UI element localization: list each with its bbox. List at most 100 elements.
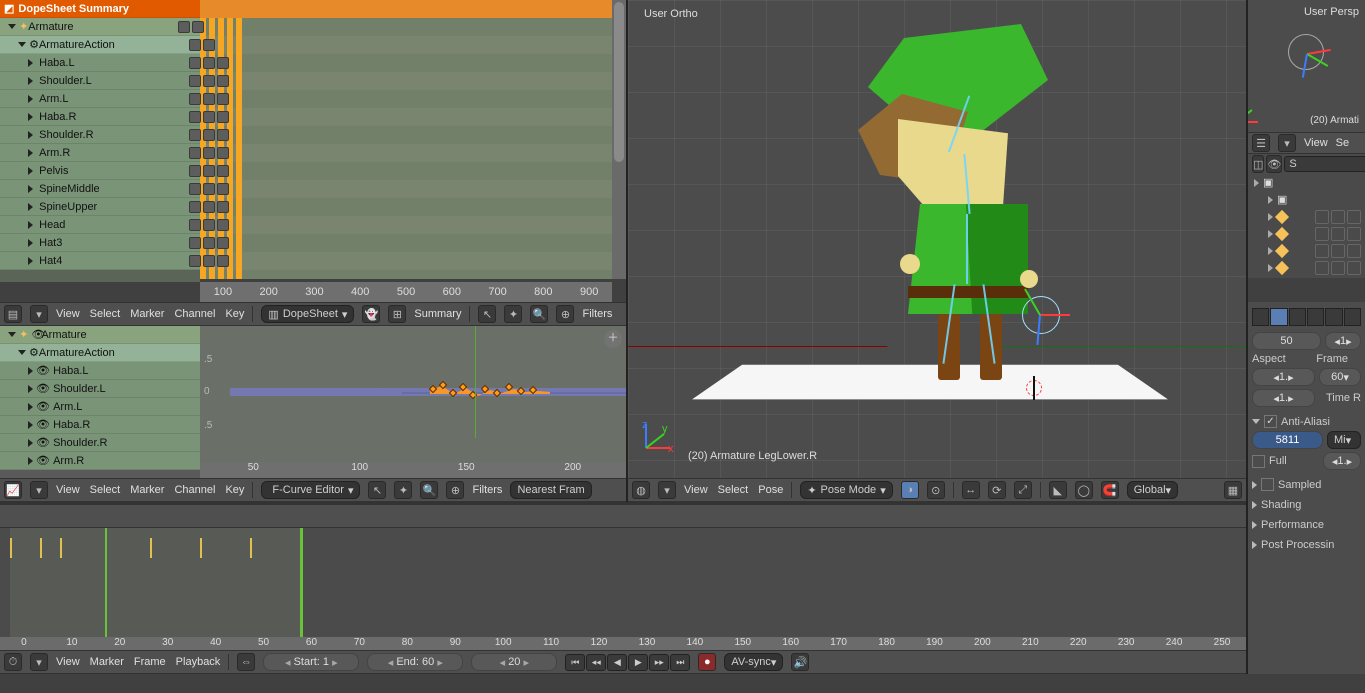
aa-checkbox[interactable] <box>1264 415 1277 428</box>
timeline-menu-marker[interactable]: Marker <box>90 656 124 668</box>
layers-icon[interactable]: ▦ <box>1224 481 1242 499</box>
timeline-playhead[interactable] <box>105 528 107 637</box>
outliner-search-menu[interactable]: Se <box>1336 137 1349 149</box>
dopesheet-menu-channel[interactable]: Channel <box>174 308 215 320</box>
current-frame-field[interactable]: ◂ 20 ▸ <box>471 653 557 671</box>
dopesheet-menu-key[interactable]: Key <box>225 308 244 320</box>
dopesheet-bone-row[interactable]: Hat4 <box>0 252 200 270</box>
prev-key-icon[interactable]: ◂◂ <box>586 654 606 671</box>
select-icon[interactable] <box>1331 227 1345 241</box>
shading-panel-header[interactable]: Shading <box>1252 499 1361 511</box>
outliner-row[interactable] <box>1248 225 1365 242</box>
dopesheet-bone-row[interactable]: Hat3 <box>0 234 200 252</box>
dopesheet-action-row[interactable]: ⚙ ArmatureAction <box>0 36 200 54</box>
gizmo-rotate-icon[interactable]: ⟳ <box>988 481 1006 499</box>
graph-bone-row[interactable]: 👁 Arm.L <box>0 398 200 416</box>
dopesheet-menu-marker[interactable]: Marker <box>130 308 164 320</box>
person-icon[interactable]: ✦ <box>394 481 412 499</box>
proportional-icon[interactable]: ◯ <box>1075 481 1093 499</box>
expand-icon[interactable]: ▾ <box>30 305 48 323</box>
graph-menu-key[interactable]: Key <box>225 484 244 496</box>
editor-type-graph-icon[interactable]: 📈 <box>4 481 22 499</box>
dopesheet-menu-view[interactable]: View <box>56 308 80 320</box>
editor-type-dopesheet-icon[interactable]: ▤ <box>4 305 22 323</box>
shading-solid-icon[interactable]: ◑ <box>901 481 919 499</box>
viewport-menu-select[interactable]: Select <box>718 484 749 496</box>
autokey-icon[interactable]: ● <box>698 653 716 671</box>
snap-icon[interactable]: 🧲 <box>1101 481 1119 499</box>
search-icon[interactable]: 🔍 <box>420 481 438 499</box>
aa-panel-header[interactable]: Anti-Aliasi <box>1252 415 1361 428</box>
next-key-icon[interactable]: ▸▸ <box>649 654 669 671</box>
timeline-canvas[interactable] <box>0 528 1246 637</box>
dopesheet-key-area[interactable]: /* drawn below by repeats */ <box>200 0 612 279</box>
scene-filter-icon[interactable]: ◫ <box>1252 155 1264 173</box>
dopesheet-mode-dropdown[interactable]: ▥ DopeSheet▾ <box>261 305 354 323</box>
start-frame-field[interactable]: ◂ Start: 1 ▸ <box>263 653 359 671</box>
summary-toggle[interactable]: ⊞ <box>388 305 406 323</box>
tab-object-icon[interactable] <box>1325 308 1342 326</box>
jump-start-icon[interactable]: ⏮ <box>565 654 585 671</box>
cursor-icon[interactable]: ↖ <box>478 305 496 323</box>
dopesheet-bone-row[interactable]: Head <box>0 216 200 234</box>
frame-val-field[interactable]: 60 ▾ <box>1319 368 1361 386</box>
graph-bone-row[interactable]: 👁 Haba.L <box>0 362 200 380</box>
dopesheet-object-row[interactable]: ✦ Armature <box>0 18 200 36</box>
dopesheet-menu-select[interactable]: Select <box>90 308 121 320</box>
graph-bone-row[interactable]: 👁 Shoulder.L <box>0 380 200 398</box>
tab-mod-icon[interactable] <box>1344 308 1361 326</box>
timeline-menu-playback[interactable]: Playback <box>176 656 221 668</box>
summary-label[interactable]: Summary <box>414 308 461 320</box>
view-orbit-gizmo[interactable] <box>1288 34 1324 70</box>
graph-ruler[interactable]: 50100150200 <box>200 462 626 478</box>
outliner-view-menu[interactable]: View <box>1304 137 1328 149</box>
render-icon[interactable] <box>1347 261 1361 275</box>
samples-field[interactable]: 5811 <box>1252 431 1323 449</box>
select-icon[interactable] <box>1331 210 1345 224</box>
expand-icon[interactable]: ▾ <box>658 481 676 499</box>
graph-add-modifier-icon[interactable]: ＋ <box>604 330 622 348</box>
dopesheet-bone-row[interactable]: SpineUpper <box>0 198 200 216</box>
playback-controls[interactable]: ⏮ ◂◂ ◀ ▶ ▸▸ ⏭ <box>565 654 690 671</box>
eye-icon[interactable] <box>1315 227 1329 241</box>
dopesheet-summary-row[interactable]: ◩DopeSheet Summary <box>0 0 200 18</box>
play-icon[interactable]: ▶ <box>628 654 648 671</box>
orientation-dropdown[interactable]: Global ▾ <box>1127 481 1178 499</box>
tab-camera-icon[interactable] <box>1270 308 1287 326</box>
pivot-icon[interactable]: ⊙ <box>927 481 945 499</box>
graph-action-row[interactable]: ⚙ ArmatureAction <box>0 344 200 362</box>
properties-tabs[interactable] <box>1252 308 1361 326</box>
performance-panel-header[interactable]: Performance <box>1252 519 1361 531</box>
graph-menu-channel[interactable]: Channel <box>174 484 215 496</box>
viewport-mode-dropdown[interactable]: ✦ Pose Mode▾ <box>800 481 892 499</box>
render-icon[interactable] <box>1347 244 1361 258</box>
graph-bone-row[interactable]: 👁 Haba.R <box>0 416 200 434</box>
viewport-character[interactable] <box>788 24 1048 404</box>
end-frame-field[interactable]: ◂ End: 60 ▸ <box>367 653 463 671</box>
outliner-row[interactable]: ▣ <box>1248 174 1365 191</box>
full-sample-checkbox[interactable] <box>1252 455 1265 468</box>
editor-type-timeline-icon[interactable]: ⏱ <box>4 653 22 671</box>
dopesheet-bone-row[interactable]: Pelvis <box>0 162 200 180</box>
post-panel-header[interactable]: Post Processin <box>1252 539 1361 551</box>
aspect-y-field[interactable]: ◂1.▸ <box>1252 389 1315 407</box>
outliner-row[interactable]: ▣ <box>1248 191 1365 208</box>
graph-filters-label[interactable]: Filters <box>472 484 502 496</box>
timeline-menu-frame[interactable]: Frame <box>134 656 166 668</box>
editor-type-3dview-icon[interactable]: ◍ <box>632 481 650 499</box>
outliner-row[interactable] <box>1248 208 1365 225</box>
outliner-row[interactable] <box>1248 259 1365 276</box>
gizmo-translate-icon[interactable]: ↔ <box>962 481 980 499</box>
eye-icon[interactable] <box>1315 210 1329 224</box>
graph-snap-dropdown[interactable]: Nearest Fram <box>510 481 591 499</box>
eye-icon[interactable] <box>1315 244 1329 258</box>
eye-filter-icon[interactable]: 👁 <box>1266 155 1282 173</box>
dopesheet-bone-row[interactable]: Shoulder.R <box>0 126 200 144</box>
dopesheet-bone-row[interactable]: Haba.R <box>0 108 200 126</box>
range-icon[interactable]: ⇔ <box>237 653 255 671</box>
expand-icon[interactable]: ▾ <box>30 481 48 499</box>
dopesheet-bone-row[interactable]: Arm.L <box>0 90 200 108</box>
samples-mode-dropdown[interactable]: Mi▾ <box>1327 431 1361 449</box>
person-icon[interactable]: ✦ <box>504 305 522 323</box>
outliner-row[interactable] <box>1248 242 1365 259</box>
